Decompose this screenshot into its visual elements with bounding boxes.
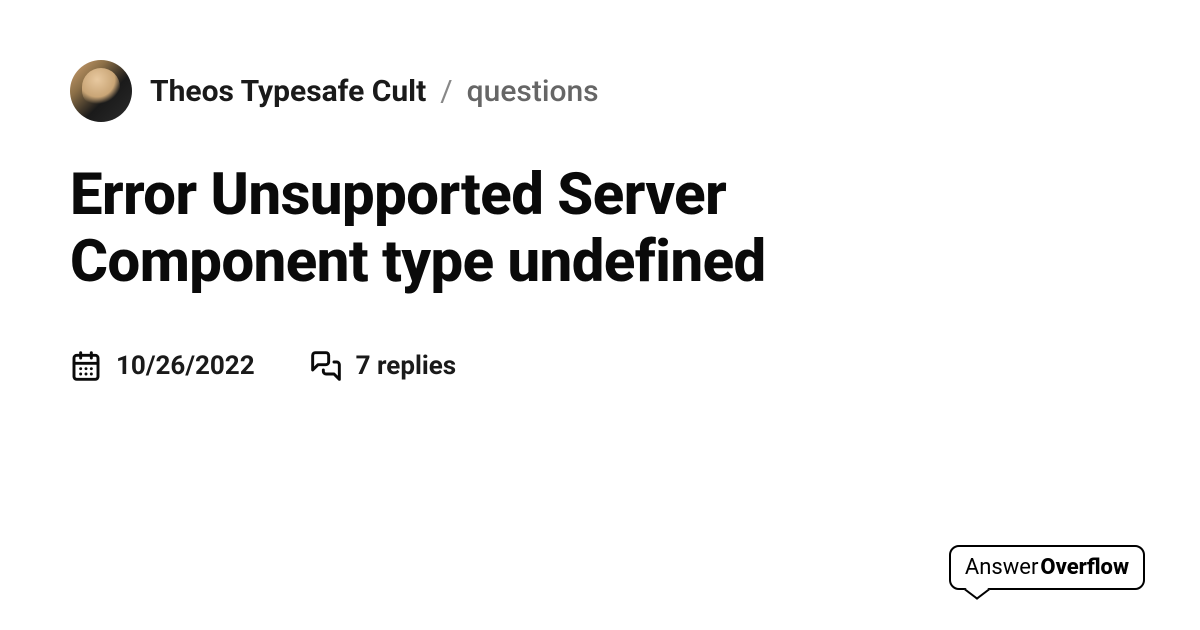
replies-value: 7 replies [356, 351, 456, 381]
breadcrumb-separator: / [440, 74, 452, 109]
question-title: Error Unsupported Server Component type … [70, 162, 970, 295]
meta-date: 10/26/2022 [70, 350, 255, 382]
community-name: Theos Typesafe Cult [150, 74, 426, 109]
calendar-icon [70, 350, 102, 382]
community-avatar [70, 60, 132, 122]
meta-replies: 7 replies [310, 350, 456, 382]
logo-text-answer: Answer [965, 555, 1039, 580]
breadcrumb: Theos Typesafe Cult / questions [70, 60, 1130, 122]
logo-bubble: Answer Overflow [949, 545, 1145, 590]
replies-icon [310, 350, 342, 382]
question-meta: 10/26/2022 7 replies [70, 350, 1130, 382]
breadcrumb-category: questions [467, 74, 599, 109]
breadcrumb-text: Theos Typesafe Cult / questions [150, 74, 599, 109]
logo-text-overflow: Overflow [1040, 555, 1129, 580]
site-logo: Answer Overflow [949, 545, 1145, 590]
date-value: 10/26/2022 [116, 351, 255, 381]
